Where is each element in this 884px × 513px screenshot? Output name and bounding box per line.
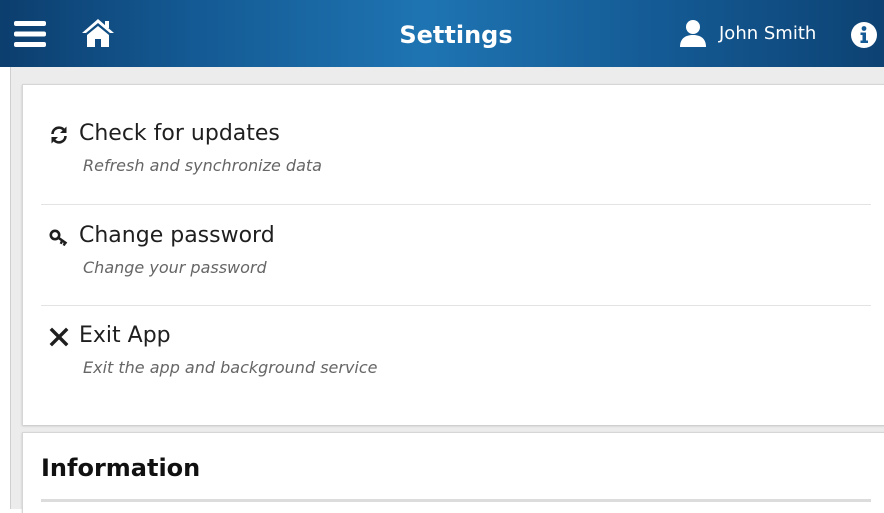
exit-app-item[interactable]: Exit App Exit the app and background ser… (41, 305, 871, 405)
section-heading: Information (41, 454, 201, 482)
key-icon (49, 227, 69, 247)
item-label: Exit App (79, 323, 171, 348)
app-header: Settings John Smith (0, 0, 884, 67)
refresh-icon (49, 125, 69, 145)
left-border (10, 67, 11, 509)
close-icon (49, 327, 69, 347)
home-icon[interactable] (80, 17, 116, 49)
check-for-updates-item[interactable]: Check for updates Refresh and synchroniz… (41, 103, 871, 203)
information-card: Information (22, 432, 884, 513)
item-description: Exit the app and background service (83, 358, 378, 377)
page-title: Settings (399, 21, 513, 49)
item-label: Change password (79, 223, 275, 248)
hamburger-menu-icon[interactable] (14, 18, 46, 50)
item-label: Check for updates (79, 121, 280, 146)
change-password-item[interactable]: Change password Change your password (41, 205, 871, 305)
user-name: John Smith (719, 23, 817, 44)
user-icon (679, 19, 707, 47)
divider (41, 499, 871, 502)
item-description: Refresh and synchronize data (83, 156, 322, 175)
user-account-button[interactable]: John Smith (679, 17, 839, 53)
settings-card: Check for updates Refresh and synchroniz… (22, 84, 884, 425)
info-icon[interactable] (850, 21, 878, 49)
item-description: Change your password (83, 258, 267, 277)
